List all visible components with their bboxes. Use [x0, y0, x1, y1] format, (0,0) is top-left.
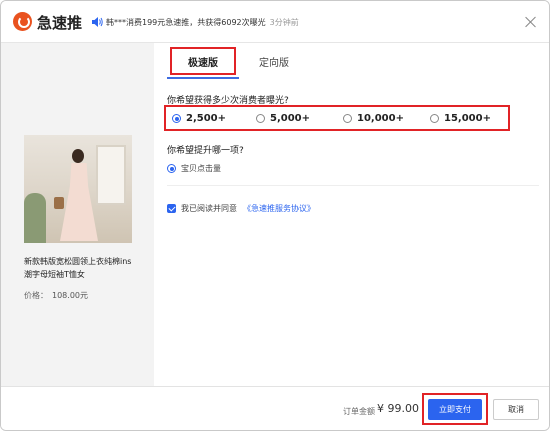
radio-icon: [256, 114, 265, 123]
exposure-option-2500[interactable]: 2,500+: [172, 113, 226, 124]
goal-option-clicks[interactable]: 宝贝点击量: [167, 163, 221, 174]
agreement-checkbox[interactable]: [167, 204, 176, 213]
product-panel: 新款韩版宽松圆领上衣纯棉ins潮字母短袖T恤女 价格： 108.00元: [1, 43, 154, 386]
option-label: 10,000+: [357, 113, 404, 124]
option-label: 2,500+: [186, 113, 227, 124]
app-title: 急速推: [37, 14, 83, 32]
product-image: [24, 135, 132, 243]
exposure-option-5000[interactable]: 5,000+: [256, 113, 310, 124]
radio-selected-icon: [172, 114, 181, 123]
radio-icon: [343, 114, 352, 123]
exposure-option-10000[interactable]: 10,000+: [343, 113, 404, 124]
order-total-label: 订单金额: [343, 407, 375, 416]
price-value: 108.00元: [52, 291, 88, 300]
product-price: 价格： 108.00元: [24, 290, 88, 301]
agreement-text: 我已阅读并同意: [181, 204, 237, 213]
ticker-message: 韩***消费199元急速推，共获得6092次曝光 3分钟前: [106, 17, 299, 28]
speaker-icon: [92, 17, 103, 27]
radio-selected-icon: [167, 164, 176, 173]
app-logo-icon: [13, 12, 32, 31]
option-label: 5,000+: [270, 113, 311, 124]
option-label: 15,000+: [444, 113, 491, 124]
pay-now-button[interactable]: 立即支付: [428, 399, 482, 420]
agreement-row: 我已阅读并同意 《急速推服务协议》: [167, 203, 315, 214]
agreement-link[interactable]: 《急速推服务协议》: [243, 203, 315, 214]
dialog-header: 急速推 韩***消费199元急速推，共获得6092次曝光 3分钟前: [1, 1, 549, 43]
goal-question: 你希望提升哪一项?: [167, 146, 244, 156]
dialog-footer: 订单金额 ¥ 99.00 立即支付 取消: [1, 386, 549, 430]
ticker-text: 韩***消费199元急速推，共获得6092次曝光: [106, 18, 266, 27]
active-tab-indicator: [167, 77, 239, 79]
tab-express[interactable]: 极速版: [170, 47, 236, 75]
goal-option-label: 宝贝点击量: [181, 164, 221, 173]
cancel-button[interactable]: 取消: [493, 399, 539, 420]
exposure-options: 2,500+ 5,000+ 10,000+ 15,000+: [164, 105, 510, 131]
price-label: 价格：: [24, 291, 48, 300]
ticker-time: 3分钟前: [269, 18, 299, 27]
dialog: 急速推 韩***消费199元急速推，共获得6092次曝光 3分钟前 新款韩版宽松圆…: [0, 0, 550, 431]
divider: [167, 185, 539, 186]
close-icon[interactable]: [525, 16, 537, 28]
order-total-value: ¥ 99.00: [377, 402, 419, 415]
product-title: 新款韩版宽松圆领上衣纯棉ins潮字母短袖T恤女: [24, 257, 132, 279]
radio-icon: [430, 114, 439, 123]
exposure-option-15000[interactable]: 15,000+: [430, 113, 491, 124]
tab-targeted[interactable]: 定向版: [249, 47, 299, 75]
